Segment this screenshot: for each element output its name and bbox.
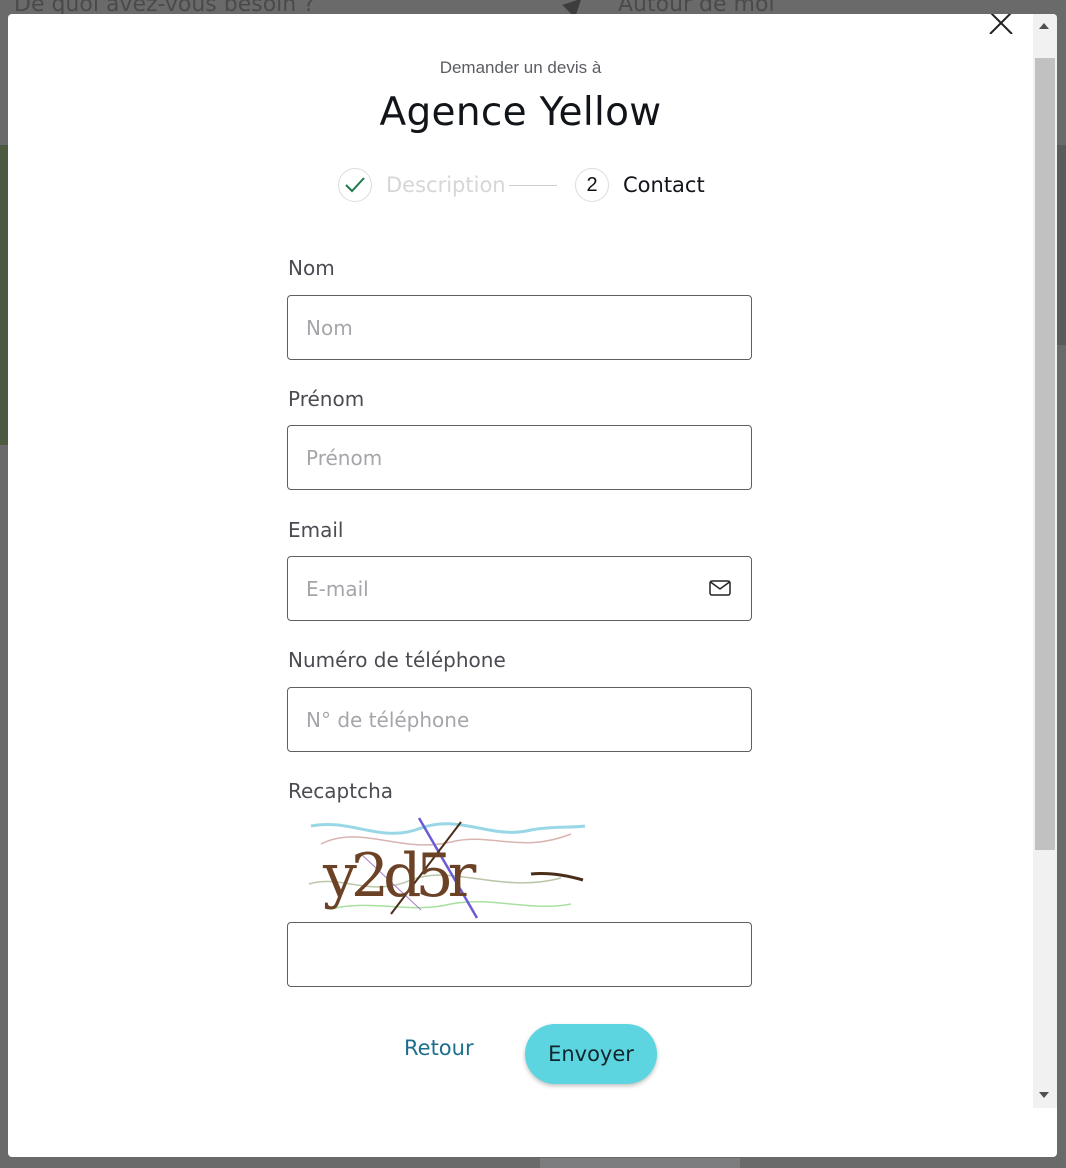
step-description-indicator[interactable] xyxy=(338,168,372,202)
captcha-input[interactable] xyxy=(287,922,752,987)
scroll-up-arrow-icon[interactable] xyxy=(1039,23,1049,29)
form-stepper: Description 2 Contact xyxy=(338,168,738,206)
phone-label: Numéro de téléphone xyxy=(288,648,506,672)
modal-scrollbar[interactable] xyxy=(1033,14,1057,1108)
send-button[interactable]: Envoyer xyxy=(525,1024,657,1084)
close-button[interactable] xyxy=(986,14,1016,34)
quote-request-modal: Demander un devis à Agence Yellow Descri… xyxy=(8,14,1057,1157)
email-input[interactable] xyxy=(287,556,752,621)
prenom-label: Prénom xyxy=(288,387,365,411)
scroll-down-arrow-icon[interactable] xyxy=(1039,1092,1049,1098)
captcha-label: Recaptcha xyxy=(288,779,394,803)
scrollbar-thumb[interactable] xyxy=(1035,58,1055,850)
step-contact-label: Contact xyxy=(623,173,705,197)
check-icon xyxy=(345,177,365,193)
background-hero-image xyxy=(0,145,8,445)
background-right-strip xyxy=(1057,145,1066,345)
nom-label: Nom xyxy=(288,256,335,280)
phone-input[interactable] xyxy=(287,687,752,752)
step-contact-number: 2 xyxy=(575,168,609,202)
envelope-icon xyxy=(709,580,731,596)
captcha-text: y2d5r xyxy=(322,841,477,911)
captcha-image: y2d5r xyxy=(308,817,586,919)
nom-input[interactable] xyxy=(287,295,752,360)
background-bottom-image xyxy=(540,1158,740,1168)
back-button[interactable]: Retour xyxy=(404,1036,474,1060)
close-icon xyxy=(989,14,1013,34)
modal-title: Agence Yellow xyxy=(379,90,662,135)
step-description-label[interactable]: Description xyxy=(386,173,506,197)
stepper-connector xyxy=(509,185,557,186)
email-label: Email xyxy=(288,518,344,542)
modal-subtitle: Demander un devis à xyxy=(439,58,602,77)
prenom-input[interactable] xyxy=(287,425,752,490)
